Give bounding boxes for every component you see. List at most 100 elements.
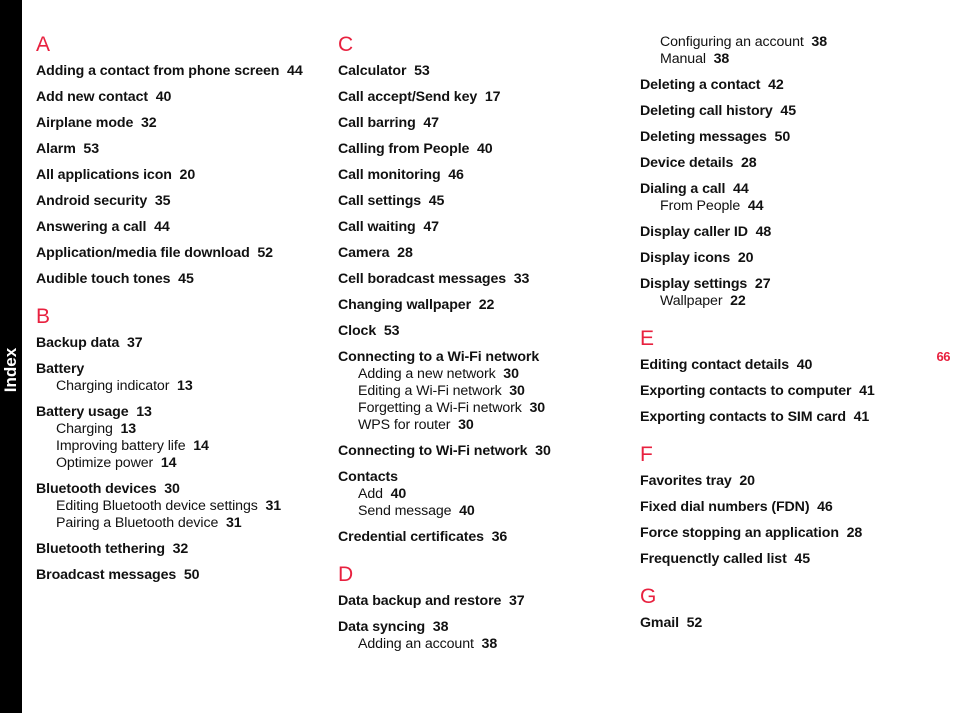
index-subentry[interactable]: Adding a new network 30 xyxy=(338,366,610,383)
index-entry[interactable]: Answering a call 44 xyxy=(36,219,308,236)
index-entry-main: Airplane mode 32 xyxy=(36,115,308,132)
index-subentry[interactable]: Add 40 xyxy=(338,486,610,503)
index-entry[interactable]: Gmail 52 xyxy=(640,615,930,632)
index-subentry-page-number: 30 xyxy=(503,366,519,382)
index-entry[interactable]: Call waiting 47 xyxy=(338,219,610,236)
index-entry[interactable]: Battery usage 13 Charging 13 Improving bat… xyxy=(36,404,308,472)
index-entry[interactable]: Airplane mode 32 xyxy=(36,115,308,132)
index-entry-title: Frequenctly called list xyxy=(640,551,787,567)
index-entry[interactable]: Clock 53 xyxy=(338,323,610,340)
section-letter-heading: F xyxy=(640,443,653,466)
index-entry[interactable]: Battery Charging indicator 13 xyxy=(36,361,308,395)
index-entry-title: Answering a call xyxy=(36,219,147,235)
index-entry-main: Deleting messages 50 xyxy=(640,129,930,146)
index-entry[interactable]: Call settings 45 xyxy=(338,193,610,210)
index-entry[interactable]: Call accept/Send key 17 xyxy=(338,89,610,106)
index-subentry-title: Configuring an account xyxy=(660,34,804,50)
index-subentry[interactable]: Adding an account 38 xyxy=(338,636,610,653)
index-entry[interactable]: Calling from People 40 xyxy=(338,141,610,158)
index-entry[interactable]: Contacts Add 40 Send message 40 xyxy=(338,469,610,520)
index-subentry-page-number: 38 xyxy=(481,636,498,652)
index-entry-title: Call accept/Send key xyxy=(338,89,478,105)
index-subentry[interactable]: Charging 13 xyxy=(36,421,308,438)
index-entry[interactable]: Device details 28 xyxy=(640,155,930,172)
index-subentry[interactable]: Send message 40 xyxy=(338,503,610,520)
index-entry[interactable]: Bluetooth tethering 32 xyxy=(36,541,308,558)
index-entry[interactable]: Deleting call history 45 xyxy=(640,103,930,120)
index-entry[interactable]: Call barring 47 xyxy=(338,115,610,132)
index-entry-page-number: 45 xyxy=(780,103,796,119)
index-entry[interactable]: Exporting contacts to computer 41 xyxy=(640,383,930,400)
index-subentry-title: Improving battery life xyxy=(56,438,186,454)
index-entry[interactable]: Bluetooth devices 30 Editing Bluetooth de… xyxy=(36,481,308,532)
index-entry[interactable]: Credential certificates 36 xyxy=(338,529,610,546)
index-entry[interactable]: Alarm 53 xyxy=(36,141,308,158)
index-entry[interactable]: Favorites tray 20 xyxy=(640,473,930,490)
index-entry-page-number: 37 xyxy=(508,593,525,609)
index-entry[interactable]: Adding a contact from phone screen 44 xyxy=(36,63,308,80)
index-entry[interactable]: Force stopping an application 28 xyxy=(640,525,930,542)
index-entry[interactable]: Configuring an account 38 Manual 38 xyxy=(640,34,930,68)
index-subentry[interactable]: Editing Bluetooth device settings 31 xyxy=(36,498,308,515)
index-subentry-list: Charging 13 Improving battery life 14 Opti… xyxy=(36,421,308,472)
index-subentry[interactable]: Improving battery life 14 xyxy=(36,438,308,455)
index-entry[interactable]: Connecting to a Wi-Fi network Adding a ne… xyxy=(338,349,610,434)
index-entry[interactable]: Call monitoring 46 xyxy=(338,167,610,184)
index-entry[interactable]: Frequenctly called list 45 xyxy=(640,551,930,568)
index-entry[interactable]: Exporting contacts to SIM card 41 xyxy=(640,409,930,426)
index-entry[interactable]: Changing wallpaper 22 xyxy=(338,297,610,314)
index-subentry[interactable]: WPS for router 30 xyxy=(338,417,610,434)
index-entry[interactable]: Broadcast messages 50 xyxy=(36,567,308,584)
index-subentry[interactable]: Optimize power 14 xyxy=(36,455,308,472)
index-entry-main: Favorites tray 20 xyxy=(640,473,930,490)
index-subentry[interactable]: Wallpaper 22 xyxy=(640,293,930,310)
index-subentry-list: Wallpaper 22 xyxy=(640,293,930,310)
index-entry[interactable]: Fixed dial numbers (FDN) 46 xyxy=(640,499,930,516)
index-entry[interactable]: Camera 28 xyxy=(338,245,610,262)
index-entry[interactable]: Calculator 53 xyxy=(338,63,610,80)
index-entry-main: Answering a call 44 xyxy=(36,219,308,236)
index-entry-main: Calling from People 40 xyxy=(338,141,610,158)
index-entry[interactable]: Cell boradcast messages 33 xyxy=(338,271,610,288)
index-entry[interactable]: All applications icon 20 xyxy=(36,167,308,184)
index-section: C Calculator 53 Call accept/Send key 17 Cal… xyxy=(338,34,610,546)
index-entry-main: Battery usage 13 xyxy=(36,404,308,421)
index-entry-page-number: 41 xyxy=(853,409,870,425)
index-entry[interactable]: Display icons 20 xyxy=(640,250,930,267)
index-entry-main: Alarm 53 xyxy=(36,141,308,158)
index-entry-main: Frequenctly called list 45 xyxy=(640,551,930,568)
index-entry[interactable]: Application/media file download 52 xyxy=(36,245,308,262)
index-subentry[interactable]: Charging indicator 13 xyxy=(36,378,308,395)
index-entry-main: Battery xyxy=(36,361,308,378)
index-entry-title: Exporting contacts to SIM card xyxy=(640,409,846,425)
index-entry[interactable]: Editing contact details 40 xyxy=(640,357,930,374)
index-entry-main: Call settings 45 xyxy=(338,193,610,210)
index-entry[interactable]: Display settings 27 Wallpaper 22 xyxy=(640,276,930,310)
index-entry-page-number: 45 xyxy=(178,271,194,287)
index-entry-main: Display caller ID 48 xyxy=(640,224,930,241)
index-entry[interactable]: Audible touch tones 45 xyxy=(36,271,308,288)
index-subentry[interactable]: Editing a Wi-Fi network 30 xyxy=(338,383,610,400)
index-entry[interactable]: Deleting a contact 42 xyxy=(640,77,930,94)
index-subentry[interactable]: Forgetting a Wi-Fi network 30 xyxy=(338,400,610,417)
index-entry[interactable]: Dialing a call 44 From People 44 xyxy=(640,181,930,215)
index-entry[interactable]: Android security 35 xyxy=(36,193,308,210)
index-subentry[interactable]: From People 44 xyxy=(640,198,930,215)
index-subentry[interactable]: Configuring an account 38 xyxy=(640,34,930,51)
index-entry[interactable]: Data syncing 38 Adding an account 38 xyxy=(338,619,610,653)
index-entry[interactable]: Backup data 37 xyxy=(36,335,308,352)
index-entry[interactable]: Add new contact 40 xyxy=(36,89,308,106)
index-subentry[interactable]: Manual 38 xyxy=(640,51,930,68)
index-subentry[interactable]: Pairing a Bluetooth device 31 xyxy=(36,515,308,532)
index-column-3: Configuring an account 38 Manual 38 Deleti… xyxy=(640,34,930,641)
index-entry-main: Exporting contacts to computer 41 xyxy=(640,383,930,400)
index-entry[interactable]: Display caller ID 48 xyxy=(640,224,930,241)
index-entry-page-number: 28 xyxy=(846,525,863,541)
index-entry-main: Data syncing 38 xyxy=(338,619,610,636)
index-entry[interactable]: Deleting messages 50 xyxy=(640,129,930,146)
index-subentry-title: Optimize power xyxy=(56,455,154,471)
index-subentry-title: From People xyxy=(660,198,741,214)
index-entry[interactable]: Data backup and restore 37 xyxy=(338,593,610,610)
index-subentry-list: Editing Bluetooth device settings 31 Pair… xyxy=(36,498,308,532)
index-entry[interactable]: Connecting to Wi-Fi network 30 xyxy=(338,443,610,460)
